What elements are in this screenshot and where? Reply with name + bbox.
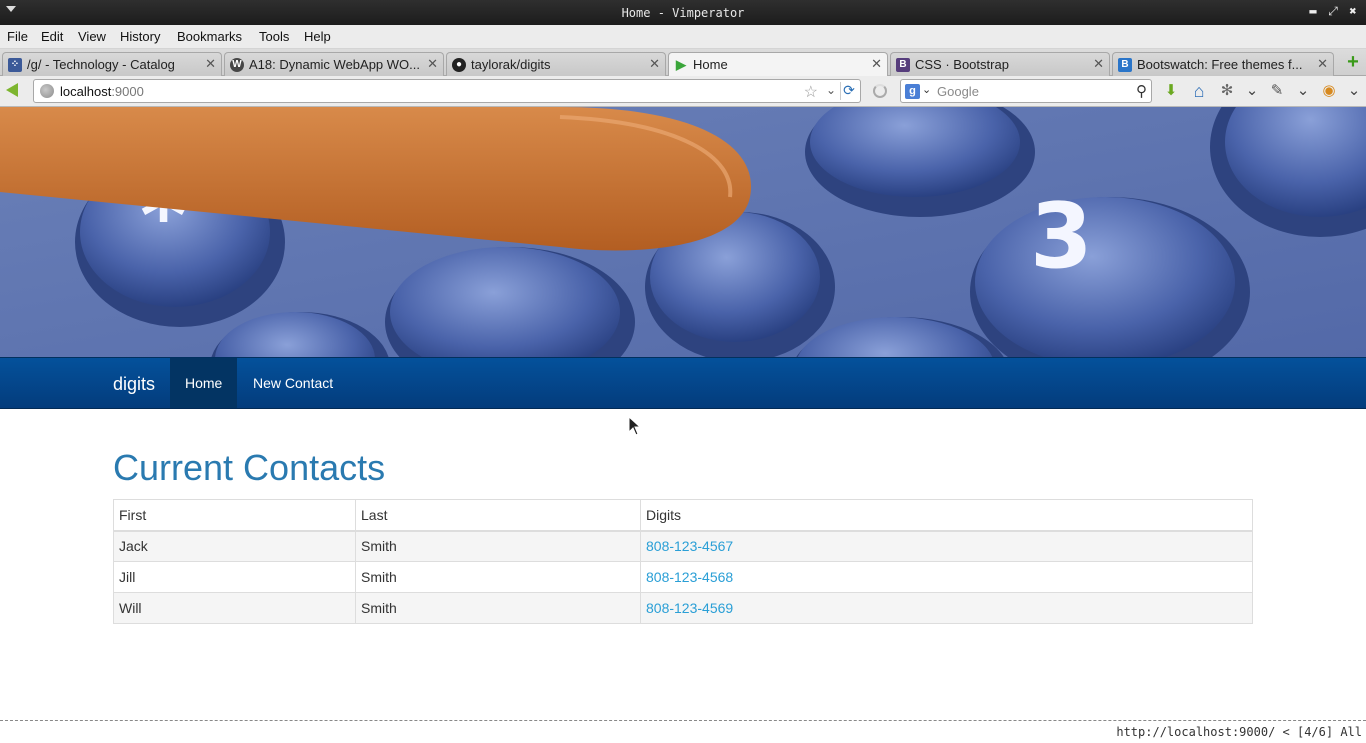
tab-css-bootstrap[interactable]: B CSS · Bootstrap ✕: [890, 52, 1110, 76]
column-header-first: First: [113, 499, 356, 532]
status-text: http://localhost:9000/ < [4/6] All: [1116, 725, 1362, 739]
cell-first: Jill: [113, 561, 356, 593]
tab-label: A18: Dynamic WebApp WO...: [249, 57, 420, 72]
menu-tools[interactable]: Tools: [259, 29, 289, 44]
table-row: Jack Smith 808-123-4567: [113, 530, 1253, 562]
home-icon[interactable]: ⌂: [1190, 82, 1208, 100]
tab-label: Bootswatch: Free themes f...: [1137, 57, 1303, 72]
search-input[interactable]: g ⌄ Google ⚲: [900, 79, 1152, 103]
loading-icon: [873, 84, 887, 98]
bootstrap-icon: B: [896, 58, 910, 72]
page-title: Current Contacts: [113, 447, 386, 488]
column-header-digits: Digits: [640, 499, 1253, 532]
close-tab-icon[interactable]: ✕: [1093, 56, 1104, 72]
navigation-toolbar: localhost:9000 ☆ ⌄ ⟳ g ⌄ Google ⚲ ⬇ ⌂ ✻ …: [0, 76, 1366, 107]
menu-bookmarks[interactable]: Bookmarks: [177, 29, 242, 44]
menu-view[interactable]: View: [78, 29, 106, 44]
status-line: http://localhost:9000/ < [4/6] All: [0, 720, 1366, 743]
wordpress-icon: W: [230, 58, 244, 72]
engine-dropdown-icon[interactable]: ⌄: [922, 83, 931, 96]
close-tab-icon[interactable]: ✕: [649, 56, 660, 72]
site-navbar: digits Home New Contact: [0, 357, 1366, 409]
google-engine-icon[interactable]: g: [905, 84, 920, 99]
cell-digits-link[interactable]: 808-123-4567: [640, 530, 1253, 562]
bookmark-star-icon[interactable]: ☆: [804, 82, 818, 102]
url-bar[interactable]: localhost:9000 ☆ ⌄ ⟳: [33, 79, 861, 103]
tab-bootswatch[interactable]: B Bootswatch: Free themes f... ✕: [1112, 52, 1334, 76]
url-text[interactable]: localhost:9000: [60, 84, 144, 99]
header-banner-image: * 3: [0, 107, 1366, 357]
menubar: File Edit View History Bookmarks Tools H…: [0, 25, 1366, 49]
tab-strip: ⁘ /g/ - Technology - Catalog ✕ W A18: Dy…: [0, 49, 1366, 77]
close-tab-icon[interactable]: ✕: [871, 56, 882, 72]
url-port: :9000: [111, 84, 144, 99]
minimize-button[interactable]: ▬: [1306, 4, 1320, 18]
menu-file[interactable]: File: [7, 29, 28, 44]
chevron-down-icon[interactable]: ⌄: [1294, 82, 1312, 100]
globe-icon: [40, 84, 54, 98]
cell-last: Smith: [355, 530, 641, 562]
close-tab-icon[interactable]: ✕: [205, 56, 216, 72]
grid-icon: ⁘: [8, 58, 22, 72]
maximize-button[interactable]: ⤢: [1326, 4, 1340, 18]
wrench-icon[interactable]: ✎: [1268, 82, 1286, 100]
github-icon: ●: [452, 58, 466, 72]
close-window-button[interactable]: ✖: [1346, 4, 1360, 18]
table-row: Jill Smith 808-123-4568: [113, 561, 1253, 593]
menu-history[interactable]: History: [120, 29, 160, 44]
nav-new-contact-link[interactable]: New Contact: [238, 358, 348, 408]
contacts-table: First Last Digits Jack Smith 808-123-456…: [113, 499, 1253, 624]
download-icon[interactable]: ⬇: [1162, 82, 1180, 100]
back-button[interactable]: [6, 83, 18, 97]
search-icon[interactable]: ⚲: [1136, 82, 1147, 100]
page-content: * 3 digits Home New Contact Current Cont…: [0, 107, 1366, 720]
table-header-row: First Last Digits: [113, 499, 1253, 532]
tab-github-digits[interactable]: ● taylorak/digits ✕: [446, 52, 666, 76]
tab-label: taylorak/digits: [471, 57, 551, 72]
url-history-dropdown-icon[interactable]: ⌄: [826, 83, 836, 97]
chevron-down-icon[interactable]: ⌄: [1345, 82, 1363, 100]
menu-edit[interactable]: Edit: [41, 29, 63, 44]
window-title: Home - Vimperator: [621, 6, 745, 20]
site-brand-link[interactable]: digits: [113, 374, 155, 395]
tab-home[interactable]: ▶ Home ✕: [668, 52, 888, 77]
cell-first: Will: [113, 592, 356, 624]
tab-dynamic-webapp[interactable]: W A18: Dynamic WebApp WO... ✕: [224, 52, 444, 76]
column-header-last: Last: [355, 499, 641, 532]
new-tab-button[interactable]: +: [1344, 52, 1362, 72]
cell-last: Smith: [355, 592, 641, 624]
table-row: Will Smith 808-123-4569: [113, 592, 1253, 624]
tab-label: CSS · Bootstrap: [915, 57, 1009, 72]
tab-label: Home: [693, 57, 728, 72]
menu-help[interactable]: Help: [304, 29, 331, 44]
nav-home-link[interactable]: Home: [170, 358, 238, 408]
svg-text:3: 3: [1030, 184, 1093, 289]
cell-first: Jack: [113, 530, 356, 562]
window-titlebar: Home - Vimperator ▬ ⤢ ✖: [0, 0, 1366, 25]
cell-digits-link[interactable]: 808-123-4569: [640, 592, 1253, 624]
close-tab-icon[interactable]: ✕: [427, 56, 438, 72]
tab-label: /g/ - Technology - Catalog: [27, 57, 175, 72]
search-placeholder: Google: [937, 84, 979, 99]
url-host: localhost: [60, 84, 112, 99]
cell-last: Smith: [355, 561, 641, 593]
addon-icon[interactable]: ◉: [1320, 82, 1338, 100]
mouse-cursor-icon: [628, 416, 642, 436]
tab-technology-catalog[interactable]: ⁘ /g/ - Technology - Catalog ✕: [2, 52, 222, 76]
bug-icon[interactable]: ✻: [1218, 82, 1236, 100]
chevron-down-icon[interactable]: ⌄: [1243, 82, 1261, 100]
close-tab-icon[interactable]: ✕: [1317, 56, 1328, 72]
reload-button[interactable]: ⟳: [840, 82, 857, 100]
cell-digits-link[interactable]: 808-123-4568: [640, 561, 1253, 593]
bootswatch-icon: B: [1118, 58, 1132, 72]
play-icon: ▶: [676, 57, 686, 72]
phone-keypad-illustration: * 3: [0, 107, 1366, 357]
